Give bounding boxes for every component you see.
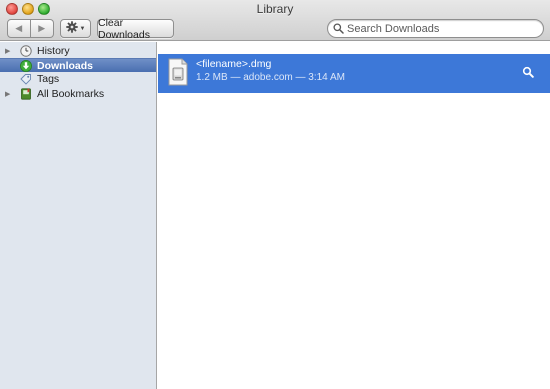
downloads-list: <filename>.dmg 1.2 MB — adobe.com — 3:14…: [158, 42, 550, 389]
forward-button[interactable]: ▶: [30, 19, 54, 38]
sidebar-item-history[interactable]: ▶ History: [0, 44, 156, 58]
search-input[interactable]: [347, 22, 537, 35]
window-title: Library: [256, 2, 294, 16]
search-field[interactable]: [327, 19, 544, 38]
download-filename: <filename>.dmg: [196, 58, 272, 70]
tag-icon: [20, 73, 32, 85]
chevron-down-icon: ▼: [79, 25, 86, 32]
back-forward-group: ◀ ▶: [7, 19, 54, 38]
reveal-in-finder-icon[interactable]: [522, 66, 534, 78]
organize-gear-button[interactable]: ▼: [60, 19, 91, 38]
disclosure-triangle-icon[interactable]: ▶: [5, 90, 10, 98]
bookmarks-book-icon: [20, 88, 32, 100]
library-window: Library ◀ ▶ ▼ Clear Downloads Search Dow…: [0, 0, 550, 389]
sidebar-item-label: All Bookmarks: [37, 88, 105, 100]
clock-icon: [20, 45, 32, 57]
disclosure-triangle-icon[interactable]: ▶: [5, 47, 10, 55]
sidebar-item-label: Downloads: [37, 59, 94, 72]
clear-downloads-button[interactable]: Clear Downloads: [97, 17, 174, 41]
list-item[interactable]: <filename>.dmg 1.2 MB — adobe.com — 3:14…: [158, 54, 550, 93]
download-details: 1.2 MB — adobe.com — 3:14 AM: [196, 72, 345, 83]
back-button[interactable]: ◀: [7, 19, 31, 38]
back-arrow-icon: ◀: [15, 23, 23, 33]
disk-image-file-icon: [167, 58, 189, 86]
sidebar-item-label: Tags: [37, 73, 60, 85]
sidebar-item-all-bookmarks[interactable]: ▶ All Bookmarks: [0, 87, 156, 101]
search-icon: [332, 23, 344, 35]
sidebar-item-downloads[interactable]: Downloads: [0, 58, 156, 72]
title-toolbar: Library ◀ ▶ ▼ Clear Downloads Search Dow…: [0, 0, 550, 41]
gear-icon: [65, 21, 78, 36]
sidebar: ▶ History Downloads Tags ▶ All Bookmarks: [0, 42, 157, 389]
sidebar-item-label: History: [37, 45, 70, 57]
forward-arrow-icon: ▶: [38, 23, 46, 33]
download-arrow-icon: [20, 59, 32, 72]
sidebar-item-tags[interactable]: Tags: [0, 72, 156, 86]
